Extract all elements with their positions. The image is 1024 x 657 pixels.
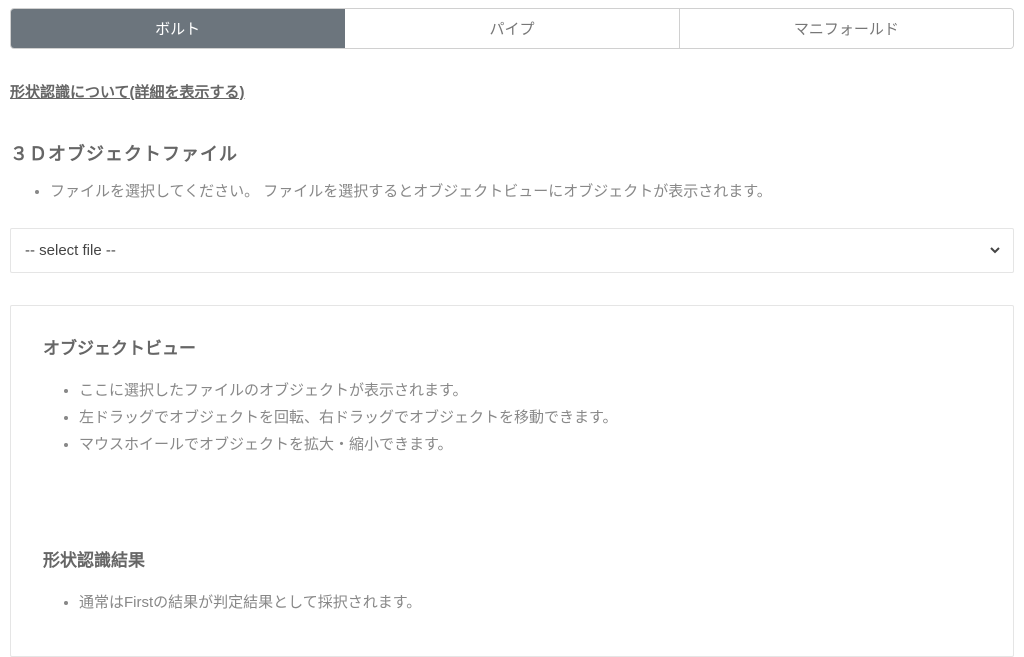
tab-bolt[interactable]: ボルト [11,9,345,48]
result-instructions: 通常はFirstの結果が判定結果として採択されます。 [43,589,981,616]
result-instruction-item: 通常はFirstの結果が判定結果として採択されます。 [79,589,981,616]
object-view-heading: オブジェクトビュー [43,334,981,359]
file-section-heading: ３Ｄオブジェクトファイル [10,140,1014,166]
about-shape-recognition-link[interactable]: 形状認識について(詳細を表示する) [10,84,245,101]
object-view-instructions: ここに選択したファイルのオブジェクトが表示されます。 左ドラッグでオブジェクトを… [43,377,981,458]
category-tabs: ボルト パイプ マニフォールド [10,8,1014,49]
object-view-instruction-3: マウスホイールでオブジェクトを拡大・縮小できます。 [79,431,981,458]
file-section-instructions: ファイルを選択してください。 ファイルを選択するとオブジェクトビューにオブジェク… [10,180,1014,204]
file-select[interactable]: -- select file -- [21,239,1003,262]
file-select-container: -- select file -- [10,228,1014,273]
object-view-block: オブジェクトビュー ここに選択したファイルのオブジェクトが表示されます。 左ドラ… [10,305,1014,657]
object-view-instruction-1: ここに選択したファイルのオブジェクトが表示されます。 [79,377,981,404]
result-heading: 形状認識結果 [43,546,981,571]
object-view-instruction-2: 左ドラッグでオブジェクトを回転、右ドラッグでオブジェクトを移動できます。 [79,404,981,431]
tab-pipe[interactable]: パイプ [345,9,679,48]
file-section-instruction-item: ファイルを選択してください。 ファイルを選択するとオブジェクトビューにオブジェク… [50,180,1014,204]
tab-manifold[interactable]: マニフォールド [680,9,1013,48]
about-link-row: 形状認識について(詳細を表示する) [10,81,1014,102]
